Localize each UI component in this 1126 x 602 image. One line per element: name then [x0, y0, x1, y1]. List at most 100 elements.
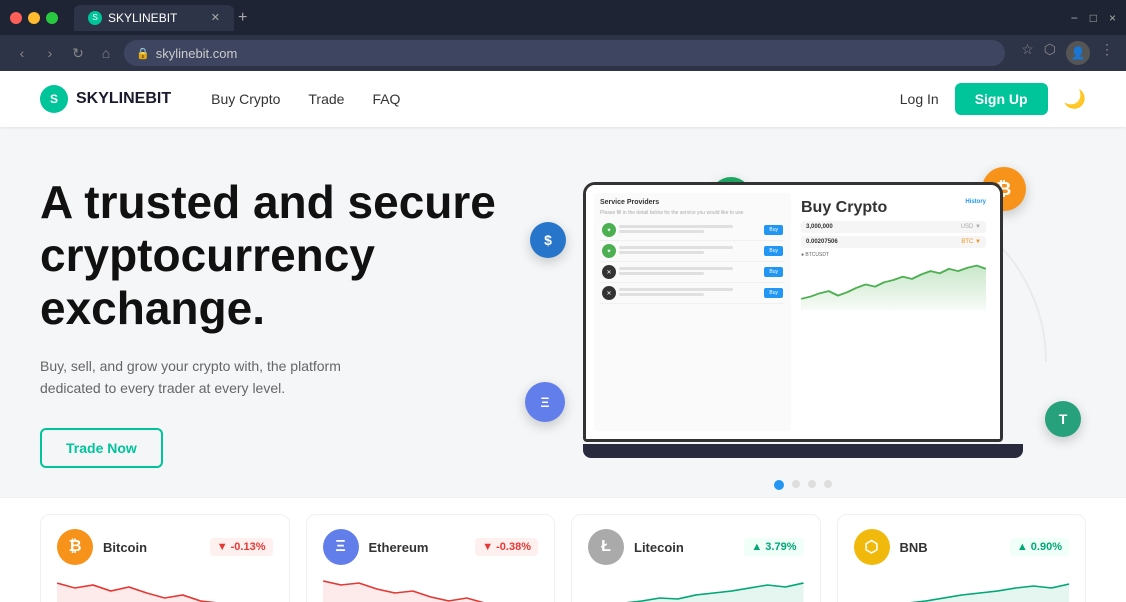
logo-text: SKYLINEBIT: [76, 90, 171, 108]
laptop-screen-frame: Service Providers Please fill in the det…: [583, 182, 1003, 442]
bnb-chart: [854, 573, 1070, 602]
forward-button[interactable]: ›: [40, 45, 60, 61]
screen-row-2: ✦ Buy: [600, 241, 785, 262]
tether-float-icon: T: [1045, 401, 1081, 437]
window-traffic-lights: [10, 12, 58, 24]
active-tab[interactable]: S SKYLINEBIT ✕: [74, 5, 234, 31]
website-content: S SKYLINEBIT Buy Crypto Trade FAQ Log In…: [0, 71, 1126, 602]
provider-icon-1: ✦: [602, 223, 616, 237]
hero-visual: ✦ $ ₿ Ξ T Service Providers Please fill …: [520, 172, 1086, 472]
navbar: S SKYLINEBIT Buy Crypto Trade FAQ Log In…: [0, 71, 1126, 127]
bnb-badge: ▲ 0.90%: [1010, 538, 1069, 556]
browser-chrome: S SKYLINEBIT ✕ + − □ ×: [0, 0, 1126, 35]
menu-icon[interactable]: ⋮: [1100, 41, 1114, 65]
litecoin-name: Litecoin: [634, 540, 684, 555]
screen-right-panel: Buy Crypto History 3,000,000 USD ▼ 0.002…: [795, 193, 992, 431]
bnb-card: ⬡ BNB ▲ 0.90% USD 000.00: [837, 514, 1087, 602]
laptop-mockup: Service Providers Please fill in the det…: [583, 182, 1023, 472]
bitcoin-card-header: ₿ Bitcoin ▼ -0.13%: [57, 529, 273, 565]
ethereum-chart: [323, 573, 539, 602]
screen-row-4: ✕ Buy: [600, 283, 785, 304]
screen-left-panel: Service Providers Please fill in the det…: [594, 193, 791, 431]
address-input[interactable]: 🔒 skylinebit.com: [124, 40, 1005, 66]
reload-button[interactable]: ↻: [68, 45, 88, 62]
profile-icon[interactable]: 👤: [1066, 41, 1090, 65]
provider-btn-3[interactable]: Buy: [764, 267, 783, 277]
dot-4[interactable]: [824, 480, 832, 488]
maximize-window-button[interactable]: [46, 12, 58, 24]
currency-label: USD ▼: [961, 224, 981, 230]
nav-buy-crypto[interactable]: Buy Crypto: [211, 91, 280, 107]
screen-row-1: ✦ Buy: [600, 220, 785, 241]
ethereum-badge: ▼ -0.38%: [475, 538, 538, 556]
screen-left-title: Service Providers: [600, 199, 785, 206]
nav-actions: Log In Sign Up 🌙: [900, 83, 1086, 115]
litecoin-chart-svg: [588, 573, 804, 602]
dot-2[interactable]: [792, 480, 800, 488]
extensions-icon[interactable]: ⬡: [1044, 41, 1056, 65]
url-text: skylinebit.com: [156, 46, 238, 61]
chart-label: ● BTCUSDT: [801, 252, 986, 258]
provider-text-2: [619, 246, 761, 256]
nav-trade[interactable]: Trade: [308, 91, 344, 107]
home-button[interactable]: ⌂: [96, 45, 116, 61]
provider-text-3: [619, 267, 761, 277]
tab-favicon: S: [88, 11, 102, 25]
nav-links: Buy Crypto Trade FAQ: [211, 91, 400, 107]
ethereum-card-header: Ξ Ethereum ▼ -0.38%: [323, 529, 539, 565]
provider-btn-4[interactable]: Buy: [764, 288, 783, 298]
bnb-chart-svg: [854, 573, 1070, 602]
dot-1[interactable]: [774, 480, 784, 490]
buy-rate-input[interactable]: 0.00207506 BTC ▼: [801, 236, 986, 248]
litecoin-chart: [588, 573, 804, 602]
provider-text-1: [619, 225, 761, 235]
bitcoin-chart-svg: [57, 573, 273, 602]
crypto-cards-section: ₿ Bitcoin ▼ -0.13% USD 00,000.00 Ξ Ether…: [0, 497, 1126, 602]
trade-now-button[interactable]: Trade Now: [40, 428, 163, 468]
litecoin-card: Ł Litecoin ▲ 3.79% USD 00.00: [571, 514, 821, 602]
buy-header-action: History: [965, 199, 986, 217]
restore-icon[interactable]: □: [1090, 11, 1097, 25]
provider-btn-1[interactable]: Buy: [764, 225, 783, 235]
hero-content: A trusted and secure cryptocurrency exch…: [40, 176, 520, 467]
ethereum-name: Ethereum: [369, 540, 429, 555]
theme-toggle-button[interactable]: 🌙: [1064, 89, 1086, 110]
bookmark-icon[interactable]: ☆: [1021, 41, 1034, 65]
dollar-crypto-icon: $: [530, 222, 566, 258]
signup-button[interactable]: Sign Up: [955, 83, 1048, 115]
minimize-icon[interactable]: −: [1071, 11, 1078, 25]
btc-label: BTC ▼: [961, 239, 981, 245]
screen-row-3: ✕ Buy: [600, 262, 785, 283]
login-button[interactable]: Log In: [900, 91, 939, 107]
minimize-window-button[interactable]: [28, 12, 40, 24]
nav-faq[interactable]: FAQ: [372, 91, 400, 107]
hero-slider-dots: [520, 480, 1086, 490]
provider-btn-2[interactable]: Buy: [764, 246, 783, 256]
dot-3[interactable]: [808, 480, 816, 488]
buy-amount-input[interactable]: 3,000,000 USD ▼: [801, 221, 986, 233]
tab-bar: S SKYLINEBIT ✕ +: [74, 5, 1063, 31]
ethereum-icon: Ξ: [323, 529, 359, 565]
new-tab-button[interactable]: +: [238, 9, 247, 27]
provider-text-4: [619, 288, 761, 298]
buy-crypto-title: Buy Crypto History: [801, 199, 986, 217]
bitcoin-icon: ₿: [57, 529, 93, 565]
ethereum-float-icon: Ξ: [525, 382, 565, 422]
provider-icon-3: ✕: [602, 265, 616, 279]
bnb-card-header: ⬡ BNB ▲ 0.90%: [854, 529, 1070, 565]
hero-title: A trusted and secure cryptocurrency exch…: [40, 176, 520, 335]
back-button[interactable]: ‹: [12, 45, 32, 61]
litecoin-card-header: Ł Litecoin ▲ 3.79%: [588, 529, 804, 565]
logo[interactable]: S SKYLINEBIT: [40, 85, 171, 113]
provider-icon-2: ✦: [602, 244, 616, 258]
bitcoin-name: Bitcoin: [103, 540, 147, 555]
litecoin-icon: Ł: [588, 529, 624, 565]
close-icon[interactable]: ×: [1109, 11, 1116, 25]
hero-subtitle: Buy, sell, and grow your crypto with, th…: [40, 355, 380, 400]
address-actions: ☆ ⬡ 👤 ⋮: [1021, 41, 1114, 65]
window-controls: − □ ×: [1071, 11, 1116, 25]
logo-icon: S: [40, 85, 68, 113]
laptop-screen: Service Providers Please fill in the det…: [586, 185, 1000, 439]
close-window-button[interactable]: [10, 12, 22, 24]
tab-close-icon[interactable]: ✕: [211, 11, 220, 24]
